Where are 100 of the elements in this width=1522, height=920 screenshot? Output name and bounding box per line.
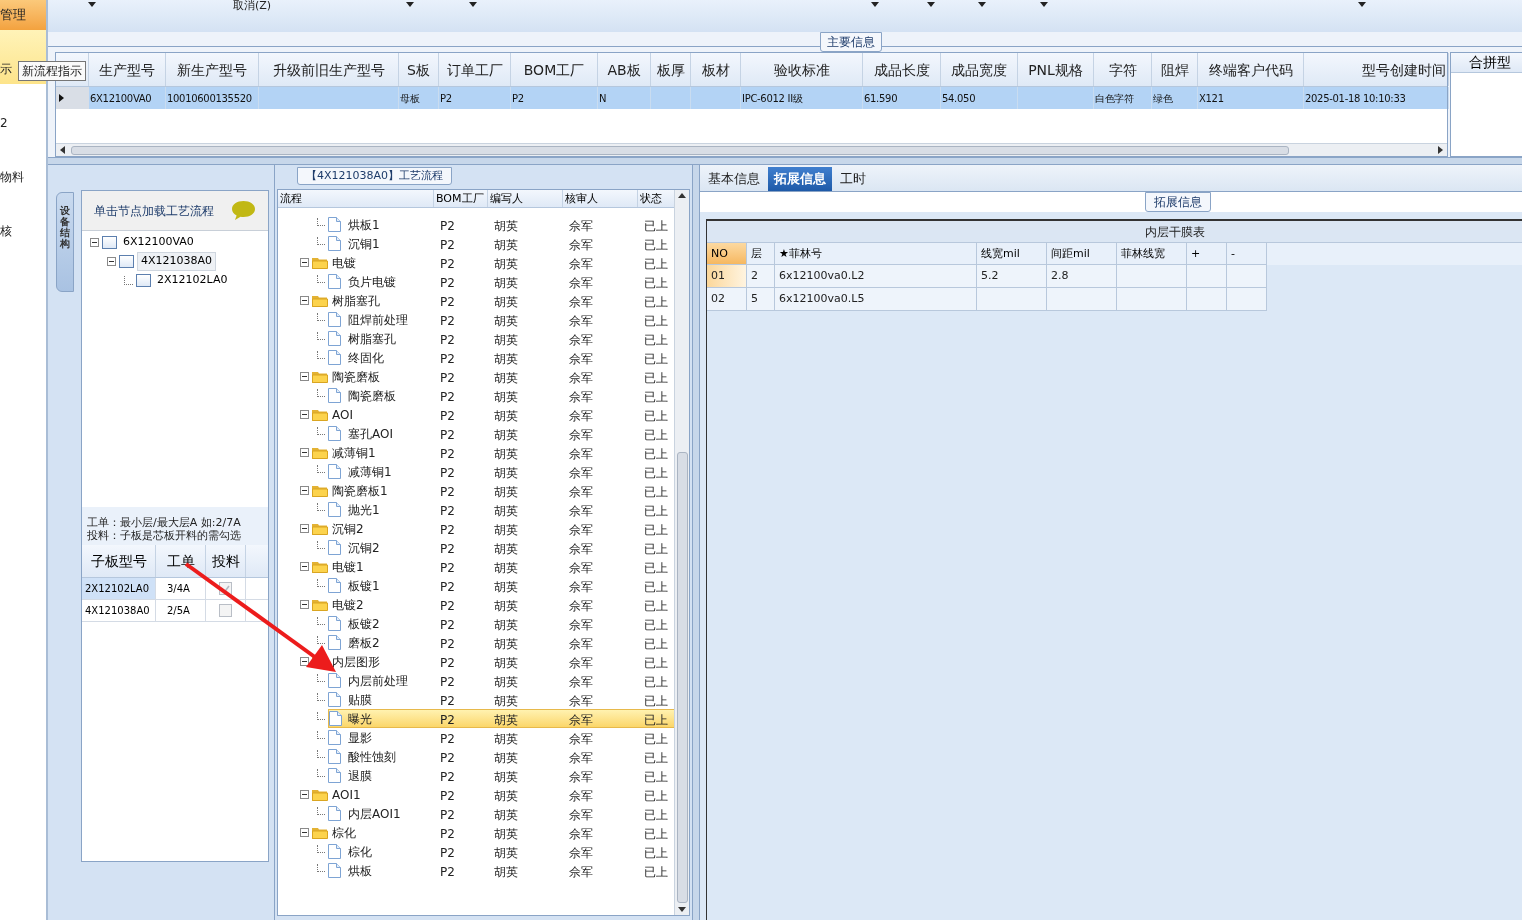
- column-header[interactable]: 流程: [278, 190, 434, 207]
- scroll-up-icon[interactable]: [678, 193, 687, 198]
- tree-row[interactable]: 棕化 P2 胡英 佘军 已上: [332, 823, 675, 842]
- column-header[interactable]: PNL规格: [1018, 53, 1094, 86]
- column-header[interactable]: 字符: [1094, 53, 1152, 86]
- tree-row[interactable]: 陶瓷磨板 P2 胡英 佘军 已上: [332, 367, 675, 386]
- tree-row[interactable]: 板镀1 P2 胡英 佘军 已上: [348, 576, 675, 595]
- dropdown-caret-icon[interactable]: [1358, 2, 1366, 7]
- tab[interactable]: 拓展信息: [768, 167, 832, 191]
- nav-item[interactable]: 物料: [0, 138, 46, 192]
- tree-row[interactable]: 抛光1 P2 胡英 佘军 已上: [348, 500, 675, 519]
- checkbox[interactable]: [219, 604, 232, 617]
- scroll-right-icon[interactable]: [1438, 146, 1443, 154]
- collapse-toggle[interactable]: [300, 828, 309, 837]
- tree-row[interactable]: 板镀2 P2 胡英 佘军 已上: [348, 614, 675, 633]
- collapse-toggle[interactable]: [300, 562, 309, 571]
- dropdown-caret-icon[interactable]: [978, 2, 986, 7]
- column-header[interactable]: 终端客户代码: [1198, 53, 1304, 86]
- tree-row[interactable]: 电镀2 P2 胡英 佘军 已上: [332, 595, 675, 614]
- dropdown-caret-icon[interactable]: [927, 2, 935, 7]
- column-header[interactable]: 生产型号: [89, 53, 166, 86]
- tree-row[interactable]: 内层图形 P2 胡英 佘军 已上: [332, 652, 675, 671]
- table-row[interactable]: 6X12100VA0 10010600135520 母板 P2 P2 N IPC-6012 II级 61.590 54.050 白色字符 绿色 X121 2025-01-18 10:10:33: [56, 87, 1447, 109]
- nav-item[interactable]: 2: [0, 84, 46, 138]
- column-header[interactable]: 合拼型: [1451, 53, 1522, 73]
- tree-row[interactable]: 陶瓷磨板 P2 胡英 佘军 已上: [348, 386, 675, 405]
- row-header[interactable]: 01: [707, 265, 747, 288]
- tree-row[interactable]: 烘板 P2 胡英 佘军 已上: [348, 861, 675, 880]
- tree-row[interactable]: 内层AOI1 P2 胡英 佘军 已上: [348, 804, 675, 823]
- tree-row[interactable]: AOI P2 胡英 佘军 已上: [332, 405, 675, 424]
- tree-row[interactable]: 酸性蚀刻 P2 胡英 佘军 已上: [348, 747, 675, 766]
- column-header[interactable]: 验收标准: [741, 53, 863, 86]
- tree-row[interactable]: 沉铜2 P2 胡英 佘军 已上: [332, 519, 675, 538]
- dropdown-caret-icon[interactable]: [469, 2, 477, 7]
- tree-row[interactable]: 陶瓷磨板1 P2 胡英 佘军 已上: [332, 481, 675, 500]
- tree-row[interactable]: 减薄铜1 P2 胡英 佘军 已上: [332, 443, 675, 462]
- tree-row[interactable]: 终固化 P2 胡英 佘军 已上: [348, 348, 675, 367]
- tree-row[interactable]: 负片电镀 P2 胡英 佘军 已上: [348, 272, 675, 291]
- vertical-tab[interactable]: 设备结构: [56, 192, 74, 292]
- column-header[interactable]: 板材: [691, 53, 741, 86]
- dropdown-caret-icon[interactable]: [406, 2, 414, 7]
- tree-row[interactable]: 烘板1 P2 胡英 佘军 已上: [348, 215, 675, 234]
- column-header[interactable]: BOM工厂: [511, 53, 598, 86]
- collapse-toggle[interactable]: [300, 600, 309, 609]
- collapse-toggle[interactable]: [300, 296, 309, 305]
- tree-row[interactable]: 曝光 P2 胡英 佘军 已上: [348, 709, 675, 728]
- tree-row[interactable]: 退膜 P2 胡英 佘军 已上: [348, 766, 675, 785]
- table-cell[interactable]: 2X12102LA0: [82, 578, 156, 599]
- column-header[interactable]: BOM工厂: [434, 190, 488, 207]
- nav-item[interactable]: 核: [0, 192, 46, 246]
- table-cell[interactable]: 4X121038A0: [82, 600, 156, 621]
- tree-row[interactable]: 减薄铜1 P2 胡英 佘军 已上: [348, 462, 675, 481]
- vertical-scrollbar[interactable]: [674, 190, 689, 915]
- column-header[interactable]: 成品长度: [863, 53, 941, 86]
- column-header[interactable]: 订单工厂: [439, 53, 511, 86]
- column-header[interactable]: 阻焊: [1152, 53, 1198, 86]
- column-header[interactable]: 成品宽度: [941, 53, 1018, 86]
- collapse-toggle[interactable]: [300, 486, 309, 495]
- collapse-toggle[interactable]: [90, 238, 99, 247]
- row-header[interactable]: 02: [707, 288, 747, 311]
- tree-row[interactable]: 内层前处理 P2 胡英 佘军 已上: [348, 671, 675, 690]
- tree-row[interactable]: 树脂塞孔 P2 胡英 佘军 已上: [348, 329, 675, 348]
- scroll-down-icon[interactable]: [678, 907, 687, 912]
- column-header[interactable]: 新生产型号: [166, 53, 259, 86]
- scroll-left-icon[interactable]: [60, 146, 65, 154]
- tree-row[interactable]: 棕化 P2 胡英 佘军 已上: [348, 842, 675, 861]
- column-header[interactable]: AB板: [598, 53, 651, 86]
- column-header[interactable]: 编写人: [488, 190, 563, 207]
- tree-row[interactable]: 沉铜2 P2 胡英 佘军 已上: [348, 538, 675, 557]
- tab[interactable]: 基本信息: [702, 167, 766, 191]
- collapse-toggle[interactable]: [300, 258, 309, 267]
- tree-row[interactable]: 树脂塞孔 P2 胡英 佘军 已上: [332, 291, 675, 310]
- column-header[interactable]: 子板型号: [82, 545, 156, 577]
- collapse-toggle[interactable]: [300, 657, 309, 666]
- tree-node[interactable]: 6X12100VA0: [120, 234, 197, 251]
- tree-row[interactable]: 塞孔AOI P2 胡英 佘军 已上: [348, 424, 675, 443]
- tree-node[interactable]: 2X12102LA0: [154, 272, 231, 289]
- collapse-toggle[interactable]: [300, 524, 309, 533]
- tree-row[interactable]: AOI1 P2 胡英 佘军 已上: [332, 785, 675, 804]
- collapse-toggle[interactable]: [300, 790, 309, 799]
- tree-row[interactable]: 电镀1 P2 胡英 佘军 已上: [332, 557, 675, 576]
- column-header[interactable]: NO: [707, 243, 747, 265]
- tree-row[interactable]: 电镀 P2 胡英 佘军 已上: [332, 253, 675, 272]
- column-header[interactable]: 升级前旧生产型号: [259, 53, 399, 86]
- cancel-button[interactable]: 取消(Z): [233, 0, 277, 11]
- nav-group-header[interactable]: 管理: [0, 0, 46, 30]
- dropdown-caret-icon[interactable]: [871, 2, 879, 7]
- column-header[interactable]: 型号创建时间: [1304, 53, 1449, 86]
- column-header[interactable]: 投料: [206, 545, 246, 577]
- collapse-toggle[interactable]: [300, 410, 309, 419]
- tree-row[interactable]: 贴膜 P2 胡英 佘军 已上: [348, 690, 675, 709]
- tree-row[interactable]: 磨板2 P2 胡英 佘军 已上: [348, 633, 675, 652]
- column-header[interactable]: 板厚: [651, 53, 691, 86]
- tree-row[interactable]: 显影 P2 胡英 佘军 已上: [348, 728, 675, 747]
- column-header[interactable]: S板: [399, 53, 439, 86]
- collapse-toggle[interactable]: [300, 372, 309, 381]
- collapse-toggle[interactable]: [107, 257, 116, 266]
- dropdown-caret-icon[interactable]: [88, 2, 96, 7]
- tree-row[interactable]: 沉铜1 P2 胡英 佘军 已上: [348, 234, 675, 253]
- collapse-toggle[interactable]: [300, 448, 309, 457]
